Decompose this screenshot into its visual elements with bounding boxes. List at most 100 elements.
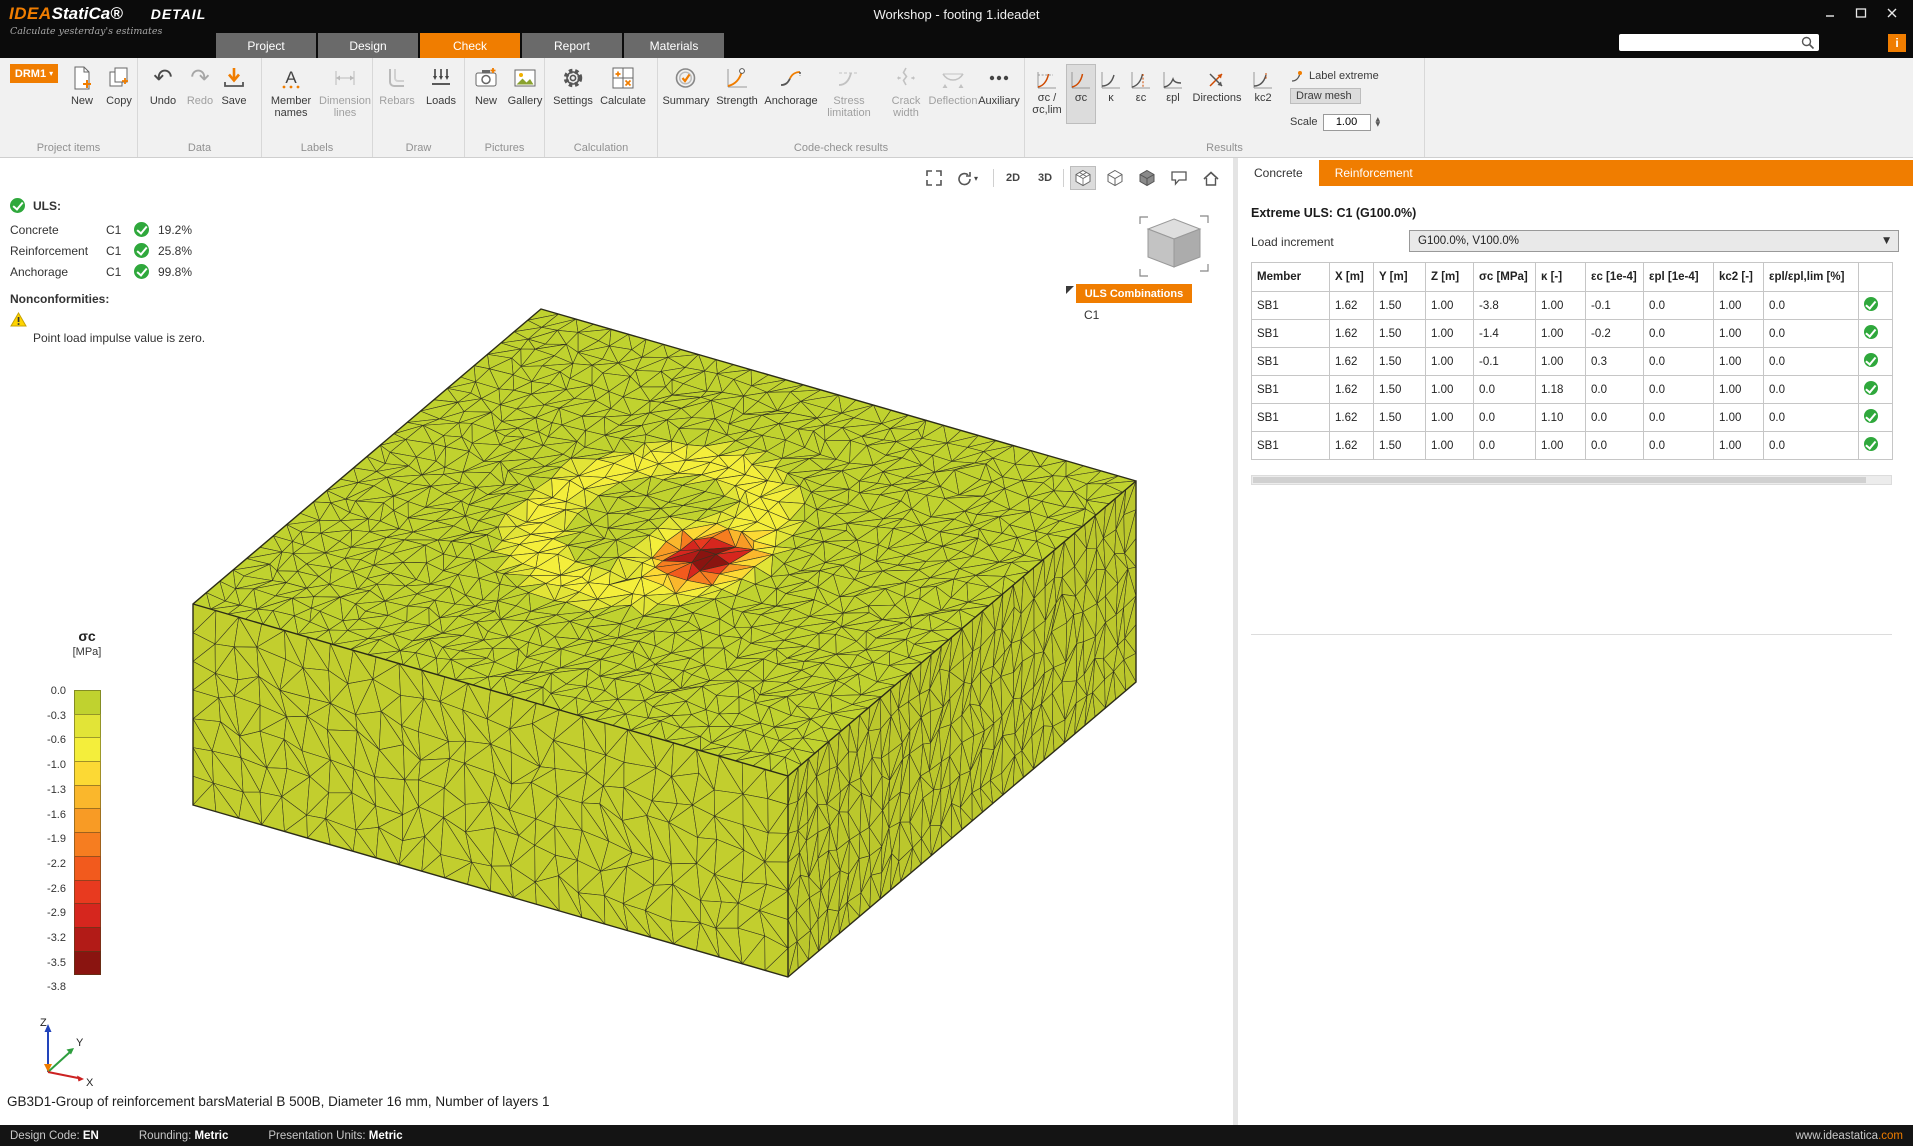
tab-materials[interactable]: Materials bbox=[624, 33, 724, 58]
column-header[interactable]: Z [m] bbox=[1426, 263, 1474, 292]
table-row[interactable]: SB11.621.501.000.01.100.00.01.000.0 bbox=[1252, 404, 1893, 432]
view-axonometry-mesh-button[interactable] bbox=[1070, 166, 1096, 190]
column-header[interactable]: κ [-] bbox=[1536, 263, 1586, 292]
settings-button[interactable]: Settings bbox=[548, 63, 598, 107]
legend-tick-label: -1.9 bbox=[47, 833, 66, 845]
status-bar: Design Code: EN Rounding: Metric Present… bbox=[0, 1125, 1913, 1146]
result-eps-pl-button[interactable]: εpl bbox=[1158, 64, 1188, 124]
undo-button[interactable]: ↶ Undo bbox=[143, 63, 183, 107]
result-kc2-button[interactable]: kc2 bbox=[1248, 64, 1278, 124]
scale-spinner[interactable]: ▲▼ bbox=[1376, 117, 1381, 127]
table-cell: 1.62 bbox=[1330, 320, 1374, 348]
tab-design[interactable]: Design bbox=[318, 33, 418, 58]
view-wire-cube-button[interactable] bbox=[1102, 166, 1128, 190]
legend-color-band bbox=[74, 832, 101, 857]
column-header[interactable]: kc2 [-] bbox=[1714, 263, 1764, 292]
column-header[interactable]: εpl/εpl,lim [%] bbox=[1764, 263, 1859, 292]
uls-combinations-header[interactable]: ULS Combinations bbox=[1076, 284, 1192, 303]
help-button[interactable]: i bbox=[1888, 34, 1906, 52]
pass-icon bbox=[1864, 325, 1878, 339]
legend-color-band bbox=[74, 737, 101, 762]
curve-icon bbox=[1162, 70, 1184, 90]
strength-button[interactable]: Strength bbox=[713, 63, 761, 107]
gallery-button[interactable]: Gallery bbox=[505, 63, 545, 107]
tab-reinforcement[interactable]: Reinforcement bbox=[1319, 160, 1429, 186]
view-solid-cube-button[interactable] bbox=[1134, 166, 1160, 190]
drm1-dropdown[interactable]: DRM1▾ bbox=[10, 64, 58, 83]
new-project-item-button[interactable]: New bbox=[63, 63, 101, 107]
chevron-down-icon: ▾ bbox=[49, 69, 53, 78]
column-header[interactable]: εc [1e-4] bbox=[1586, 263, 1644, 292]
extreme-title: Extreme ULS: C1 (G100.0%) bbox=[1251, 206, 1416, 220]
column-header[interactable]: Y [m] bbox=[1374, 263, 1426, 292]
result-sigma-ratio-button[interactable]: σc / σc,lim bbox=[1026, 64, 1068, 124]
new-picture-button[interactable]: New bbox=[467, 63, 505, 107]
search-icon[interactable] bbox=[1800, 35, 1816, 50]
rotate-view-button[interactable]: ▾ bbox=[949, 166, 985, 190]
table-row[interactable]: SB11.621.501.000.01.000.00.01.000.0 bbox=[1252, 432, 1893, 460]
calculate-button[interactable]: Calculate bbox=[595, 63, 651, 107]
legend-color-scale bbox=[74, 691, 101, 975]
table-horizontal-scrollbar[interactable] bbox=[1251, 475, 1892, 485]
scrollbar-thumb[interactable] bbox=[1253, 477, 1866, 483]
tab-concrete[interactable]: Concrete bbox=[1238, 160, 1319, 186]
anchorage-button[interactable]: Anchorage bbox=[763, 63, 819, 107]
combination-item-c1[interactable]: C1 bbox=[1084, 308, 1099, 322]
navigation-cube[interactable] bbox=[1136, 214, 1212, 280]
view-3d-button[interactable]: 3D bbox=[1032, 166, 1058, 190]
website-link[interactable]: www.ideastatica.com bbox=[1796, 1130, 1903, 1142]
label-extreme-toggle[interactable]: Label extreme bbox=[1290, 66, 1420, 86]
zoom-extents-button[interactable] bbox=[921, 166, 947, 190]
column-header[interactable]: X [m] bbox=[1330, 263, 1374, 292]
tab-project[interactable]: Project bbox=[216, 33, 316, 58]
result-directions-button[interactable]: Directions bbox=[1190, 64, 1244, 124]
save-button[interactable]: Save bbox=[214, 63, 254, 107]
collapse-arrow-icon[interactable] bbox=[1066, 286, 1074, 294]
tab-report[interactable]: Report bbox=[522, 33, 622, 58]
home-view-button[interactable] bbox=[1198, 166, 1224, 190]
result-kappa-button[interactable]: κ bbox=[1098, 64, 1124, 124]
table-cell: 0.0 bbox=[1764, 432, 1859, 460]
search-input[interactable] bbox=[1619, 37, 1800, 49]
summary-button[interactable]: Summary bbox=[660, 63, 712, 107]
dimension-lines-icon bbox=[332, 65, 358, 91]
pass-icon bbox=[1864, 381, 1878, 395]
column-header[interactable]: σc [MPa] bbox=[1474, 263, 1536, 292]
column-header[interactable]: Member bbox=[1252, 263, 1330, 292]
auxiliary-button[interactable]: Auxiliary bbox=[975, 63, 1023, 107]
table-cell: 1.50 bbox=[1374, 320, 1426, 348]
table-row[interactable]: SB11.621.501.00-0.11.000.30.01.000.0 bbox=[1252, 348, 1893, 376]
scale-input[interactable] bbox=[1323, 114, 1371, 131]
column-header[interactable]: εpl [1e-4] bbox=[1644, 263, 1714, 292]
expand-icon bbox=[925, 169, 943, 187]
loads-button[interactable]: Loads bbox=[419, 63, 463, 107]
ribbon-group-project-items: DRM1▾ New Copy Project items bbox=[0, 58, 138, 157]
view-2d-button[interactable]: 2D bbox=[1000, 166, 1026, 190]
copy-project-item-button[interactable]: Copy bbox=[100, 63, 138, 107]
legend-color-band bbox=[74, 880, 101, 905]
tab-check[interactable]: Check bbox=[420, 33, 520, 58]
legend-tick-label: -1.3 bbox=[47, 784, 66, 796]
legend-tick-label: -0.3 bbox=[47, 710, 66, 722]
legend-tick-label: 0.0 bbox=[51, 685, 66, 697]
member-names-button[interactable]: A Member names bbox=[262, 63, 320, 119]
draw-mesh-toggle[interactable]: Draw mesh bbox=[1290, 86, 1420, 106]
legend-tick-label: -2.6 bbox=[47, 883, 66, 895]
close-button[interactable] bbox=[1879, 4, 1905, 21]
results-overlay: ULS: Concrete C1 19.2% Reinforcement C1 … bbox=[10, 198, 205, 345]
table-row[interactable]: SB11.621.501.000.01.180.00.01.000.0 bbox=[1252, 376, 1893, 404]
tooltip-settings-button[interactable] bbox=[1166, 166, 1192, 190]
table-cell: 1.00 bbox=[1536, 292, 1586, 320]
maximize-button[interactable] bbox=[1848, 4, 1874, 21]
table-cell: 1.50 bbox=[1374, 348, 1426, 376]
column-header[interactable] bbox=[1859, 263, 1893, 292]
table-cell: SB1 bbox=[1252, 432, 1330, 460]
table-row[interactable]: SB11.621.501.00-3.81.00-0.10.01.000.0 bbox=[1252, 292, 1893, 320]
minimize-button[interactable] bbox=[1817, 4, 1843, 21]
load-increment-dropdown[interactable]: G100.0%, V100.0% ▼ bbox=[1409, 230, 1899, 252]
design-code: Design Code: EN bbox=[10, 1130, 99, 1142]
result-sigma-c-button[interactable]: σc bbox=[1066, 64, 1096, 124]
result-eps-c-button[interactable]: εc bbox=[1127, 64, 1155, 124]
table-row[interactable]: SB11.621.501.00-1.41.00-0.20.01.000.0 bbox=[1252, 320, 1893, 348]
load-increment-label: Load increment bbox=[1251, 235, 1334, 249]
